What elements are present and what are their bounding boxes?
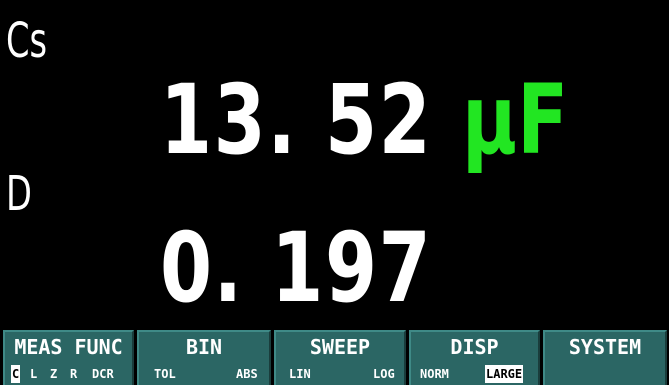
softkey-meas-func-options: C L Z R DCR <box>9 365 128 383</box>
option-lin[interactable]: LIN <box>288 365 312 383</box>
softkey-meas-func[interactable]: MEAS FUNC C L Z R DCR <box>3 330 134 385</box>
softkey-sweep-options: LIN LOG <box>280 365 400 383</box>
softkey-bin[interactable]: BIN TOL ABS <box>137 330 271 385</box>
softkey-bar: MEAS FUNC C L Z R DCR BIN TOL ABS SWEEP … <box>0 326 669 385</box>
primary-reading: 13. 52 <box>160 64 433 176</box>
option-r[interactable]: R <box>69 365 78 383</box>
option-log[interactable]: LOG <box>372 365 396 383</box>
primary-unit: μF <box>462 64 569 176</box>
option-abs[interactable]: ABS <box>235 365 259 383</box>
option-dcr[interactable]: DCR <box>91 365 115 383</box>
option-l[interactable]: L <box>29 365 38 383</box>
softkey-disp-options: NORM LARGE <box>415 365 534 383</box>
softkey-bin-options: TOL ABS <box>143 365 265 383</box>
softkey-bin-title: BIN <box>185 335 223 359</box>
secondary-reading: 0. 197 <box>160 212 433 324</box>
softkey-sweep-title: SWEEP <box>309 335 371 359</box>
secondary-parameter-label: D <box>6 166 32 222</box>
softkey-system[interactable]: SYSTEM <box>543 330 667 385</box>
primary-parameter-label: Cs <box>6 13 48 69</box>
option-norm[interactable]: NORM <box>419 365 450 383</box>
softkey-sweep[interactable]: SWEEP LIN LOG <box>274 330 406 385</box>
softkey-system-title: SYSTEM <box>568 335 642 359</box>
option-c[interactable]: C <box>11 365 21 383</box>
softkey-disp-title: DISP <box>450 335 499 359</box>
softkey-disp[interactable]: DISP NORM LARGE <box>409 330 540 385</box>
option-z[interactable]: Z <box>49 365 58 383</box>
option-tol[interactable]: TOL <box>153 365 177 383</box>
option-large[interactable]: LARGE <box>485 365 524 383</box>
softkey-meas-func-title: MEAS FUNC <box>14 335 123 359</box>
meter-screen: Cs 13. 52 μF D 0. 197 MEAS FUNC C L Z R … <box>0 0 669 385</box>
